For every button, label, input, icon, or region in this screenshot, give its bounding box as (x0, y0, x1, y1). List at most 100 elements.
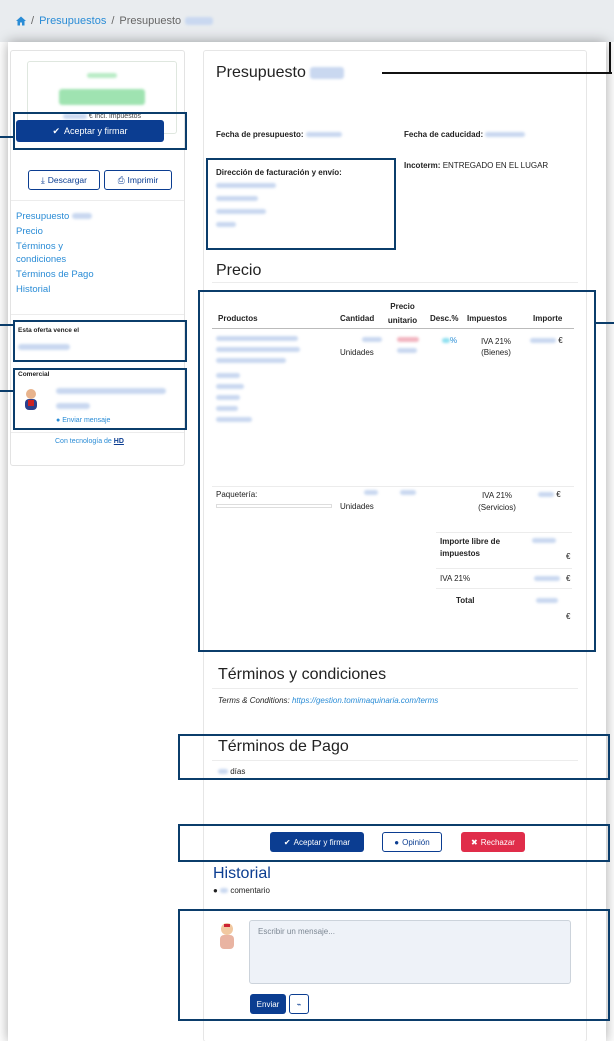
nav-payment-terms[interactable]: Términos de Pago (16, 268, 96, 281)
callout-line (0, 390, 13, 392)
redacted-address-3 (216, 209, 266, 214)
powered-logo: HD (113, 438, 124, 445)
history-title: Historial (213, 865, 271, 882)
powered-by: Con tecnología de HD (55, 438, 124, 445)
comments-icon: ● (213, 886, 218, 895)
redacted-commercial-phone (56, 403, 90, 409)
row1-tax: IVA 21% (Bienes) (480, 337, 512, 357)
row1-discount: % (442, 336, 457, 345)
feedback-button[interactable]: ● Opinión (382, 832, 442, 852)
message-textarea[interactable]: Escribir un mensaje... (249, 920, 571, 984)
close-icon: ✖ (471, 837, 478, 847)
breadcrumb-presupuesto: Presupuesto (119, 15, 182, 27)
callout-box-accept (13, 112, 187, 150)
row2-price (400, 490, 416, 495)
row2-unit: Unidades (340, 502, 374, 511)
subtotal-label: Importe libre de impuestos (440, 537, 501, 558)
row2-qty (364, 490, 378, 495)
reject-button[interactable]: ✖ Rechazar (461, 832, 525, 852)
row1-price-old (397, 337, 419, 342)
redacted-amount-label (87, 72, 117, 78)
callout-line (382, 72, 612, 74)
expiry-field: Fecha de caducidad: (404, 130, 526, 139)
payment-title: Términos de Pago (218, 738, 349, 755)
breadcrumb-separator: / (111, 15, 115, 27)
sidebar-divider (11, 314, 184, 315)
commercial-label: Comercial (18, 371, 50, 378)
callout-line (0, 136, 13, 138)
row1-qty (362, 337, 382, 342)
terms-text: Terms & Conditions: https://gestion.tomi… (218, 696, 439, 705)
sidebar-nav: Presupuesto Precio Términos y condicione… (16, 210, 96, 298)
redacted-expiry-date (18, 344, 70, 350)
comment-count: ● comentario (213, 886, 270, 895)
row1-amount: € (530, 336, 563, 345)
total-label: Total (456, 596, 475, 605)
row2-amount: € (538, 490, 561, 499)
nav-history[interactable]: Historial (16, 283, 96, 296)
redacted-address-1 (216, 183, 276, 188)
redacted-amount (59, 89, 145, 105)
row-divider (212, 486, 574, 487)
check-icon: ✔ (283, 837, 291, 847)
product-row-1-name (216, 336, 336, 422)
row2-product: Paquetería: (216, 490, 258, 499)
terms-divider (212, 688, 578, 689)
download-label: Descargar (47, 175, 87, 185)
row2-product-box (216, 504, 332, 508)
paperclip-icon: ⌁ (296, 999, 302, 1009)
avatar (23, 388, 39, 410)
redacted-commercial-name (56, 388, 166, 394)
attach-button[interactable]: ⌁ (289, 994, 309, 1014)
callout-line (596, 322, 614, 324)
callout-line (609, 42, 611, 74)
incoterm-field: Incoterm: ENTREGADO EN EL LUGAR (404, 161, 549, 170)
download-button[interactable]: ⤓ Descargar (28, 170, 100, 190)
nav-presupuesto[interactable]: Presupuesto (16, 210, 96, 223)
row1-unit: Unidades (340, 348, 374, 357)
breadcrumb-separator: / (31, 15, 35, 27)
total-value (536, 598, 558, 603)
header-line (212, 328, 574, 329)
subtotal-currency: € (566, 552, 571, 561)
comment-icon: ● (394, 837, 400, 847)
row1-price (397, 348, 417, 353)
home-icon[interactable] (16, 16, 26, 26)
totals-divider (436, 568, 572, 569)
redacted-address-2 (216, 196, 258, 201)
date-field: Fecha de presupuesto: (216, 130, 342, 139)
sidebar-divider (11, 432, 184, 433)
nav-precio[interactable]: Precio (16, 225, 96, 238)
user-avatar (218, 922, 236, 950)
send-button[interactable]: Enviar (250, 994, 286, 1014)
message-icon: ● (56, 417, 61, 424)
payment-days: días (218, 767, 245, 776)
price-divider (212, 282, 578, 283)
send-message-link[interactable]: ● Enviar mensaje (56, 417, 110, 424)
total-currency: € (566, 612, 571, 621)
row2-tax: IVA 21% (Servicios) (478, 491, 516, 512)
print-button[interactable]: ⎙ Imprimir (104, 170, 172, 190)
vat-value (534, 576, 560, 581)
breadcrumb-presupuestos[interactable]: Presupuestos (39, 15, 106, 27)
terms-link[interactable]: https://gestion.tomimaquinaria.com/terms (292, 696, 438, 705)
sidebar-divider (11, 200, 184, 201)
breadcrumb: / Presupuestos / Presupuesto (0, 0, 614, 42)
vat-currency: € (566, 574, 571, 583)
vat-label: IVA 21% (440, 574, 471, 583)
print-label: Imprimir (127, 175, 159, 185)
printer-icon: ⎙ (117, 174, 125, 185)
download-icon: ⤓ (41, 174, 45, 185)
billing-label: Dirección de facturación y envío: (216, 168, 342, 177)
redacted-address-4 (216, 222, 236, 227)
totals-divider (436, 532, 572, 533)
callout-line (0, 324, 13, 326)
subtotal-value (532, 538, 556, 543)
price-title: Precio (216, 262, 262, 279)
expires-label: Esta oferta vence el (18, 327, 80, 334)
payment-divider (212, 760, 578, 761)
totals-divider (436, 588, 572, 589)
nav-terms[interactable]: Términos y condiciones (16, 240, 96, 266)
redacted-number (185, 17, 214, 25)
accept-sign-button[interactable]: ✔ Aceptar y firmar (270, 832, 364, 852)
